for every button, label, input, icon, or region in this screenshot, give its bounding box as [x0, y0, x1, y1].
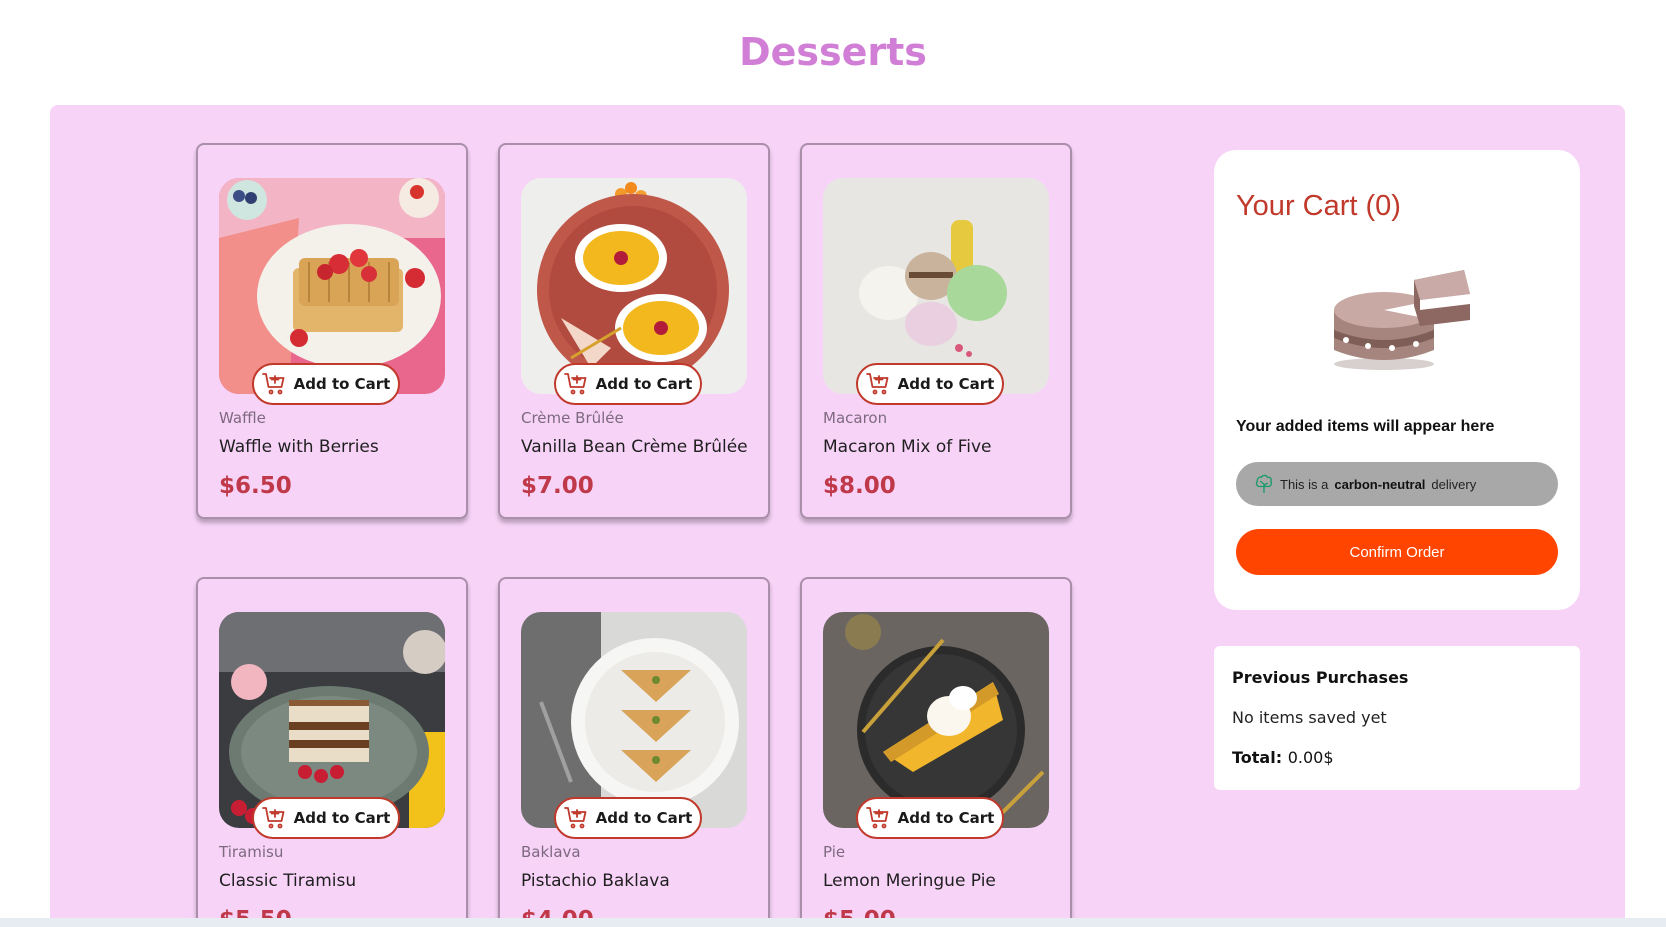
cake-illustration — [1334, 270, 1470, 370]
cart-plus-icon — [261, 373, 285, 395]
cart-plus-icon — [261, 807, 285, 829]
product-category: Crème Brûlée — [521, 409, 624, 427]
tree-icon — [1255, 474, 1272, 493]
product-name: Macaron Mix of Five — [823, 437, 992, 457]
product-card-waffle: Add to Cart Waffle Waffle with Berries $… — [196, 143, 468, 519]
total-value: 0.00$ — [1287, 748, 1334, 767]
previous-purchases-total: Total: 0.00$ — [1232, 748, 1334, 767]
product-card-baklava: Add to Cart Baklava Pistachio Baklava $4… — [498, 577, 770, 927]
product-category: Tiramisu — [219, 843, 284, 861]
product-category: Baklava — [521, 843, 581, 861]
product-image-pie — [823, 612, 1049, 828]
add-to-cart-label: Add to Cart — [293, 375, 391, 393]
product-category: Pie — [823, 843, 846, 861]
product-name: Lemon Meringue Pie — [823, 871, 996, 891]
cart-empty-message: Your added items will appear here — [1236, 418, 1495, 435]
product-category: Waffle — [219, 409, 266, 427]
previous-purchases-empty: No items saved yet — [1232, 708, 1387, 727]
carbon-bold: carbon-neutral — [1334, 476, 1426, 492]
window-bottom-strip — [0, 918, 1666, 927]
cart-plus-icon — [865, 373, 889, 395]
product-image-baklava — [521, 612, 747, 828]
product-price: $6.50 — [219, 473, 292, 499]
product-image-macaron — [823, 178, 1049, 394]
add-to-cart-label: Add to Cart — [897, 809, 995, 827]
carbon-neutral-banner: This is a carbon-neutral delivery — [1236, 462, 1558, 506]
add-to-cart-button[interactable]: Add to Cart — [252, 363, 400, 405]
carbon-suffix: delivery — [1431, 476, 1477, 492]
add-to-cart-label: Add to Cart — [897, 375, 995, 393]
product-category: Macaron — [823, 409, 888, 427]
cart-plus-icon — [563, 807, 587, 829]
product-image-tiramisu — [219, 612, 445, 828]
carbon-prefix: This is a — [1280, 476, 1329, 492]
previous-purchases-panel: Previous Purchases No items saved yet To… — [1214, 646, 1580, 790]
page-title: Desserts — [739, 30, 927, 74]
product-price: $8.00 — [823, 473, 896, 499]
product-name: Vanilla Bean Crème Brûlée — [521, 437, 748, 457]
product-name: Classic Tiramisu — [219, 871, 357, 891]
product-image-waffle — [219, 178, 445, 394]
add-to-cart-label: Add to Cart — [595, 375, 693, 393]
product-price: $7.00 — [521, 473, 594, 499]
previous-purchases-title: Previous Purchases — [1232, 668, 1409, 687]
add-to-cart-button[interactable]: Add to Cart — [554, 363, 702, 405]
product-card-macaron: Add to Cart Macaron Macaron Mix of Five … — [800, 143, 1072, 519]
product-card-tiramisu: Add to Cart Tiramisu Classic Tiramisu $5… — [196, 577, 468, 927]
product-card-pie: Add to Cart Pie Lemon Meringue Pie $5.00 — [800, 577, 1072, 927]
confirm-order-button[interactable]: Confirm Order — [1236, 529, 1558, 575]
product-name: Waffle with Berries — [219, 437, 379, 457]
product-card-creme-brulee: Add to Cart Crème Brûlée Vanilla Bean Cr… — [498, 143, 770, 519]
add-to-cart-label: Add to Cart — [595, 809, 693, 827]
cart-title: Your Cart (0) — [1236, 190, 1401, 222]
product-image-creme-brulee — [521, 178, 747, 394]
total-label: Total: — [1232, 748, 1283, 767]
add-to-cart-button[interactable]: Add to Cart — [856, 797, 1004, 839]
add-to-cart-button[interactable]: Add to Cart — [554, 797, 702, 839]
cart-plus-icon — [865, 807, 889, 829]
add-to-cart-label: Add to Cart — [293, 809, 391, 827]
cart-plus-icon — [563, 373, 587, 395]
add-to-cart-button[interactable]: Add to Cart — [252, 797, 400, 839]
cart-panel: Your Cart (0) Your added items will appe… — [1214, 150, 1580, 610]
add-to-cart-button[interactable]: Add to Cart — [856, 363, 1004, 405]
product-name: Pistachio Baklava — [521, 871, 670, 891]
